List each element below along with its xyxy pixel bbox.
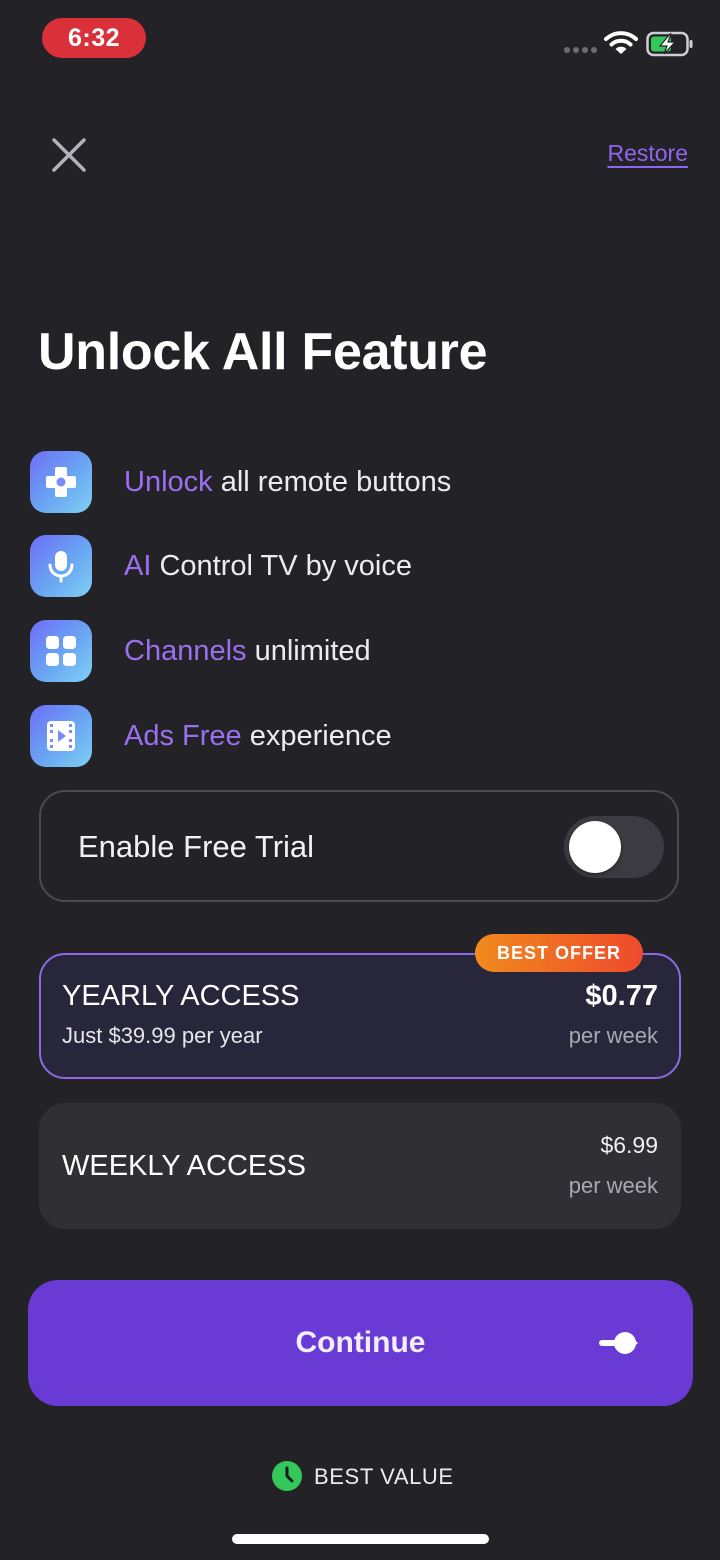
feature-label: Ads Free experience	[124, 720, 392, 753]
yearly-plan-unit: per week	[568, 1023, 658, 1048]
best-value-label: BEST VALUE	[314, 1464, 454, 1489]
microphone-icon	[30, 535, 92, 597]
feature-label: AI Control TV by voice	[124, 550, 412, 583]
feature-highlight: Unlock	[124, 465, 213, 498]
restore-link[interactable]: Restore	[607, 140, 688, 167]
grid-icon	[30, 620, 92, 682]
feature-item-channels: Channels unlimited	[30, 620, 690, 682]
feature-rest: experience	[241, 719, 392, 752]
free-trial-label: Enable Free Trial	[78, 829, 315, 864]
weekly-plan-unit: per week	[568, 1173, 658, 1198]
feature-item-voice-control: AI Control TV by voice	[30, 535, 690, 597]
feature-label: Unlock all remote buttons	[124, 466, 451, 499]
feature-item-remote-buttons: Unlock all remote buttons	[30, 451, 690, 513]
yearly-plan-subtitle: Just $39.99 per year	[62, 1023, 263, 1048]
feature-highlight: Channels	[124, 634, 247, 667]
yearly-plan-name: YEARLY ACCESS	[62, 980, 300, 1012]
weekly-plan-name: WEEKLY ACCESS	[62, 1150, 306, 1182]
best-offer-badge: BEST OFFER	[475, 934, 643, 972]
cellular-signal-icon	[564, 47, 598, 55]
yearly-plan-price: $0.77	[585, 980, 658, 1012]
status-time: 6:32	[42, 18, 146, 58]
free-trial-toggle[interactable]	[564, 816, 664, 878]
feature-rest: all remote buttons	[212, 465, 452, 498]
gamepad-icon	[30, 451, 92, 513]
page-title: Unlock All Feature	[38, 323, 488, 381]
video-play-icon	[30, 705, 92, 767]
feature-rest: unlimited	[246, 634, 371, 667]
toggle-knob	[569, 821, 621, 873]
weekly-plan-price: $6.99	[600, 1132, 658, 1158]
feature-item-ads-free: Ads Free experience	[30, 705, 690, 767]
feature-label: Channels unlimited	[124, 635, 371, 668]
wifi-icon	[604, 31, 638, 54]
feature-highlight: Ads Free	[124, 719, 242, 752]
home-indicator[interactable]	[232, 1534, 489, 1544]
battery-charging-icon	[646, 31, 693, 57]
continue-button-label: Continue	[295, 1326, 426, 1359]
feature-rest: Control TV by voice	[151, 549, 412, 582]
arrow-right-icon	[599, 1332, 638, 1354]
feature-highlight: AI	[124, 549, 152, 582]
close-icon[interactable]	[48, 134, 90, 176]
clock-icon	[272, 1461, 302, 1491]
